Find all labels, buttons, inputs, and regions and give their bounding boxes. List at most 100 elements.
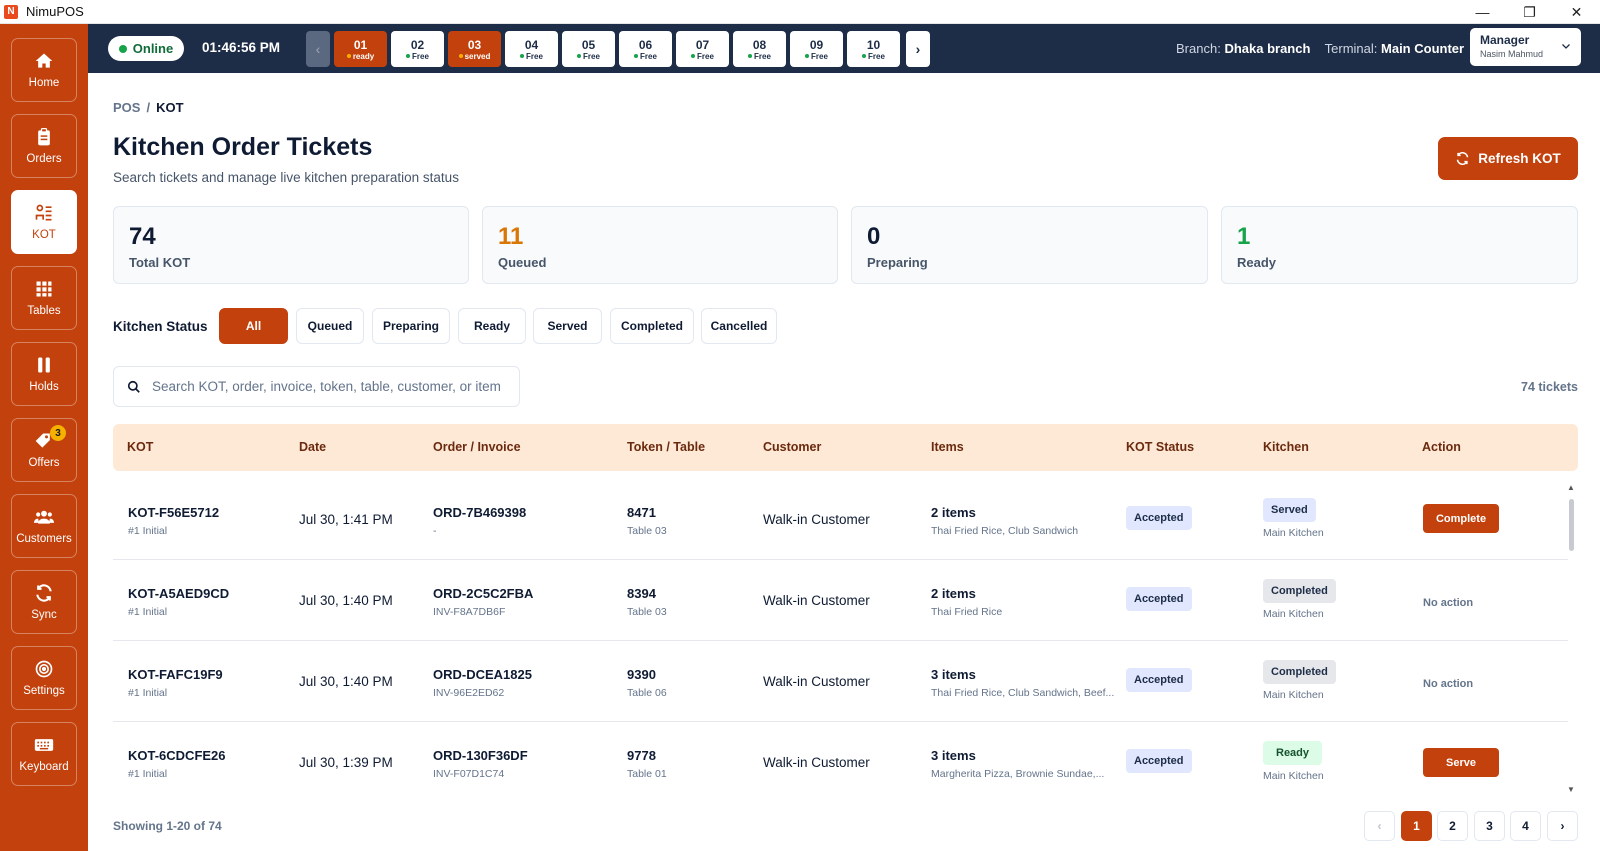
filter-completed[interactable]: Completed [610,308,694,344]
kitchen-cell: Completed Main Kitchen [1263,579,1336,620]
table-chip-status: served [458,51,491,61]
filter-cancelled[interactable]: Cancelled [701,308,777,344]
minimize-button[interactable]: — [1459,0,1506,24]
table-chip-09[interactable]: 09 Free [790,31,843,67]
scroll-down-icon[interactable]: ▼ [1566,785,1576,794]
items-cell: 3 items Margherita Pizza, Brownie Sundae,… [931,748,1104,780]
sidebar-item-sync[interactable]: Sync [11,570,77,634]
chevron-right-icon: › [1560,819,1565,833]
column-header-date: Date [299,440,327,454]
table-chip-06[interactable]: 06 Free [619,31,672,67]
user-menu-button[interactable]: Manager Nasim Mahmud [1470,28,1581,66]
table-chip-02[interactable]: 02 Free [391,31,444,67]
filter-all[interactable]: All [219,308,288,344]
column-header-order: Order / Invoice [433,440,521,454]
sidebar-item-customers[interactable]: Customers [11,494,77,558]
kot-status-badge: Accepted [1126,506,1192,530]
kot-id[interactable]: KOT-F56E5712 [128,505,219,520]
kot-id[interactable]: KOT-A5AED9CD [128,586,229,601]
sidebar-item-label: Holds [29,381,59,393]
sidebar-item-orders[interactable]: Orders [11,114,77,178]
items-list: Thai Fried Rice [931,606,1003,618]
complete-button[interactable]: Complete [1423,504,1499,533]
table-name: Table 06 [627,687,667,699]
customer-cell: Walk-in Customer [763,674,870,689]
page-button-3[interactable]: 3 [1474,811,1505,841]
table-chip-status-text: Free [868,51,885,61]
breadcrumb-root[interactable]: POS [113,100,140,115]
stat-value: 11 [498,223,524,250]
kot-cell: KOT-A5AED9CD #1 Initial [128,586,229,618]
terminal-value: Main Counter [1381,41,1465,56]
page-subtitle: Search tickets and manage live kitchen p… [113,170,459,185]
chevron-right-icon: › [915,41,921,57]
table-row: KOT-F56E5712 #1 Initial Jul 30, 1:41 PM O… [113,479,1568,560]
stat-value: 1 [1237,223,1251,250]
table-chip-08[interactable]: 08 Free [733,31,786,67]
clipboard-icon [38,128,50,146]
table-name: Table 03 [627,525,667,537]
table-chip-05[interactable]: 05 Free [562,31,615,67]
items-cell: 3 items Thai Fried Rice, Club Sandwich, B… [931,667,1114,699]
sidebar-item-offers[interactable]: Offers 3 [11,418,77,482]
filter-ready[interactable]: Ready [458,308,526,344]
maximize-button[interactable]: ❐ [1506,0,1553,24]
kot-status-cell: Accepted [1126,749,1192,773]
table-chip-number: 09 [809,37,824,52]
kot-cell: KOT-F56E5712 #1 Initial [128,505,219,537]
breadcrumb: POS / KOT [113,100,184,115]
table-chip-status: Free [634,52,657,61]
prev-page-button[interactable]: ‹ [1364,811,1395,841]
invoice-id: - [433,525,437,537]
terminal-label: Terminal: [1324,41,1378,56]
sidebar-item-tables[interactable]: Tables [11,266,77,330]
sidebar-item-keyboard[interactable]: Keyboard [11,722,77,786]
table-chip-04[interactable]: 04 Free [505,31,558,67]
sidebar-item-home[interactable]: Home [11,38,77,102]
page-title: Kitchen Order Tickets [113,133,373,161]
page-button-1[interactable]: 1 [1401,811,1432,841]
date-cell: Jul 30, 1:41 PM [299,512,393,527]
items-list: Margherita Pizza, Brownie Sundae,... [931,768,1105,780]
serve-button[interactable]: Serve [1423,748,1499,777]
online-status-badge: Online [108,36,184,61]
page-button-2[interactable]: 2 [1437,811,1468,841]
sidebar-item-label: Customers [16,533,72,545]
users-icon [34,510,54,524]
table-chip-status-text: served [464,51,491,61]
filter-queued[interactable]: Queued [296,308,364,344]
page-button-4[interactable]: 4 [1510,811,1541,841]
chevron-left-icon: ‹ [315,41,321,57]
tables-prev-button[interactable]: ‹ [306,31,330,67]
table-chip-status: Free [406,52,429,61]
refresh-kot-button[interactable]: Refresh KOT [1438,137,1578,180]
table-chip-number: 07 [695,37,710,52]
token: 9778 [627,748,656,763]
invoice-id: INV-F8A7DB6F [433,606,506,618]
table-chip-status: Free [862,52,885,61]
invoice-id: INV-F07D1C74 [433,768,505,780]
stat-card-ready: 1 Ready [1221,206,1578,284]
kitchen-name: Main Kitchen [1263,689,1324,701]
kot-id[interactable]: KOT-FAFC19F9 [128,667,223,682]
table-chip-01[interactable]: 01 ready [334,31,387,67]
kot-id[interactable]: KOT-6CDCFE26 [128,748,226,763]
filter-served[interactable]: Served [533,308,602,344]
next-page-button[interactable]: › [1547,811,1578,841]
table-chip-10[interactable]: 10 Free [847,31,900,67]
search-input[interactable] [152,379,512,394]
filter-preparing[interactable]: Preparing [372,308,450,344]
table-chip-number: 10 [866,37,881,52]
close-button[interactable]: ✕ [1553,0,1600,24]
offers-badge: 3 [50,425,66,441]
order-id: ORD-2C5C2FBA [433,586,534,601]
sidebar-item-settings[interactable]: Settings [11,646,77,710]
sidebar-item-kot[interactable]: KOT [11,190,77,254]
table-chip-03[interactable]: 03 served [448,31,501,67]
action-cell: No action [1423,593,1473,611]
sidebar-item-holds[interactable]: Holds [11,342,77,406]
table-scrollbar-thumb[interactable] [1569,499,1574,551]
table-chip-07[interactable]: 07 Free [676,31,729,67]
tables-next-button[interactable]: › [906,31,930,67]
scroll-up-icon[interactable]: ▲ [1566,483,1576,492]
